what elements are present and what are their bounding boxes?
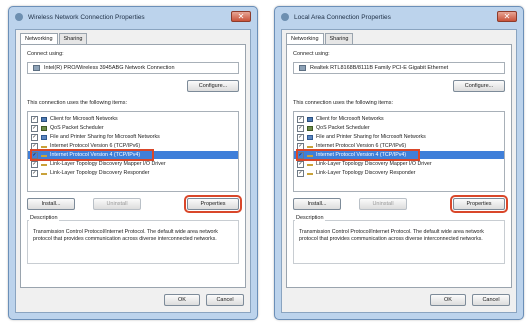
item-checkbox[interactable]: ✓ (31, 133, 38, 141)
protocol-icon (41, 162, 47, 166)
qos-icon (307, 125, 313, 131)
install-button[interactable]: Install... (27, 198, 75, 210)
description-group: Transmission Control Protocol/Internet P… (27, 220, 239, 264)
protocol-icon (307, 171, 313, 175)
uninstall-button: Uninstall (93, 198, 141, 210)
network-adapter-icon (299, 65, 306, 71)
file-sharing-icon (41, 134, 47, 140)
description-text: Transmission Control Protocol/Internet P… (299, 229, 484, 242)
description-label: Description (295, 215, 325, 221)
item-checkbox[interactable]: ✓ (297, 115, 304, 123)
tab-sharing[interactable]: Sharing (58, 33, 88, 44)
items-list[interactable]: ✓ Client for Microsoft Networks ✓ QoS Pack… (27, 111, 239, 192)
adapter-field: Intel(R) PRO/Wireless 3945ABG Network Co… (27, 62, 239, 74)
uninstall-button: Uninstall (359, 198, 407, 210)
list-item[interactable]: ✓ Link-Layer Topology Discovery Responder (294, 169, 504, 177)
local-area-connection-properties-dialog: Local Area Connection Properties ✕ Netwo… (274, 6, 524, 320)
list-item[interactable]: ✓ File and Printer Sharing for Microsoft … (294, 133, 504, 141)
install-button[interactable]: Install... (293, 198, 341, 210)
file-sharing-icon (307, 134, 313, 140)
qos-icon (41, 125, 47, 131)
network-connection-icon (281, 13, 289, 21)
configure-button[interactable]: Configure... (187, 80, 239, 92)
item-checkbox[interactable]: ✓ (31, 124, 38, 132)
properties-button[interactable]: Properties (184, 195, 242, 213)
cancel-button[interactable]: Cancel (206, 294, 244, 306)
items-label: This connection uses the following items… (293, 100, 393, 106)
network-connection-icon (15, 13, 23, 21)
tab-strip: Networking Sharing (20, 33, 88, 44)
tab-networking[interactable]: Networking (286, 33, 324, 44)
protocol-icon (41, 171, 47, 175)
item-label: File and Printer Sharing for Microsoft N… (316, 134, 426, 140)
title-bar[interactable]: Local Area Connection Properties ✕ (275, 7, 523, 27)
items-list[interactable]: ✓ Client for Microsoft Networks ✓ QoS Pack… (293, 111, 505, 192)
close-button[interactable]: ✕ (497, 11, 517, 22)
connect-using-label: Connect using: (27, 51, 64, 57)
protocol-icon (41, 144, 47, 148)
configure-button[interactable]: Configure... (453, 80, 505, 92)
item-label: QoS Packet Scheduler (316, 125, 370, 131)
networking-panel: Connect using: Realtek RTL8168B/8111B Fa… (286, 44, 512, 288)
dialog-title: Local Area Connection Properties (294, 13, 391, 21)
protocol-icon (307, 144, 313, 148)
list-item[interactable]: ✓ Link-Layer Topology Discovery Mapper I/… (294, 160, 504, 168)
tab-sharing[interactable]: Sharing (324, 33, 354, 44)
item-label: QoS Packet Scheduler (50, 125, 104, 131)
item-label: Link-Layer Topology Discovery Mapper I/O… (50, 161, 166, 167)
list-item[interactable]: ✓ Link-Layer Topology Discovery Mapper I/… (28, 160, 238, 168)
description-label: Description (29, 215, 59, 221)
selection-highlight-box (30, 149, 154, 161)
list-item[interactable]: ✓ Link-Layer Topology Discovery Responder (28, 169, 238, 177)
item-label: Client for Microsoft Networks (50, 116, 118, 122)
adapter-field: Realtek RTL8168B/8111B Family PCI-E Giga… (293, 62, 505, 74)
item-checkbox[interactable]: ✓ (297, 169, 304, 177)
tab-networking[interactable]: Networking (20, 33, 58, 44)
items-label: This connection uses the following items… (27, 100, 127, 106)
item-checkbox[interactable]: ✓ (297, 133, 304, 141)
protocol-icon (307, 162, 313, 166)
item-label: Link-Layer Topology Discovery Responder (50, 170, 150, 176)
item-checkbox[interactable]: ✓ (31, 169, 38, 177)
close-button[interactable]: ✕ (231, 11, 251, 22)
title-bar[interactable]: Wireless Network Connection Properties ✕ (9, 7, 257, 27)
list-item[interactable]: ✓ Client for Microsoft Networks (294, 115, 504, 123)
item-checkbox[interactable]: ✓ (31, 160, 38, 168)
client-icon (307, 116, 313, 122)
ok-button[interactable]: OK (430, 294, 466, 306)
item-checkbox[interactable]: ✓ (31, 115, 38, 123)
item-label: Link-Layer Topology Discovery Mapper I/O… (316, 161, 432, 167)
list-item[interactable]: ✓ File and Printer Sharing for Microsoft … (28, 133, 238, 141)
item-label: Client for Microsoft Networks (316, 116, 384, 122)
wireless-connection-properties-dialog: Wireless Network Connection Properties ✕… (8, 6, 258, 320)
network-adapter-icon (33, 65, 40, 71)
networking-panel: Connect using: Intel(R) PRO/Wireless 394… (20, 44, 246, 288)
cancel-button[interactable]: Cancel (472, 294, 510, 306)
item-label: File and Printer Sharing for Microsoft N… (50, 134, 160, 140)
dialog-body: Networking Sharing Connect using: Intel(… (15, 29, 251, 313)
close-icon: ✕ (503, 11, 511, 21)
ok-button[interactable]: OK (164, 294, 200, 306)
tab-strip: Networking Sharing (286, 33, 354, 44)
item-label: Link-Layer Topology Discovery Responder (316, 170, 416, 176)
list-item[interactable]: ✓ QoS Packet Scheduler (294, 124, 504, 132)
list-item[interactable]: ✓ Client for Microsoft Networks (28, 115, 238, 123)
item-checkbox[interactable]: ✓ (297, 160, 304, 168)
connect-using-label: Connect using: (293, 51, 330, 57)
adapter-name: Realtek RTL8168B/8111B Family PCI-E Giga… (310, 65, 449, 71)
dialog-body: Networking Sharing Connect using: Realte… (281, 29, 517, 313)
dialog-title: Wireless Network Connection Properties (28, 13, 145, 21)
properties-button[interactable]: Properties (450, 195, 508, 213)
adapter-name: Intel(R) PRO/Wireless 3945ABG Network Co… (44, 65, 175, 71)
selection-highlight-box (296, 149, 420, 161)
list-item[interactable]: ✓ QoS Packet Scheduler (28, 124, 238, 132)
client-icon (41, 116, 47, 122)
item-checkbox[interactable]: ✓ (297, 124, 304, 132)
description-text: Transmission Control Protocol/Internet P… (33, 229, 218, 242)
description-group: Transmission Control Protocol/Internet P… (293, 220, 505, 264)
close-icon: ✕ (237, 11, 245, 21)
